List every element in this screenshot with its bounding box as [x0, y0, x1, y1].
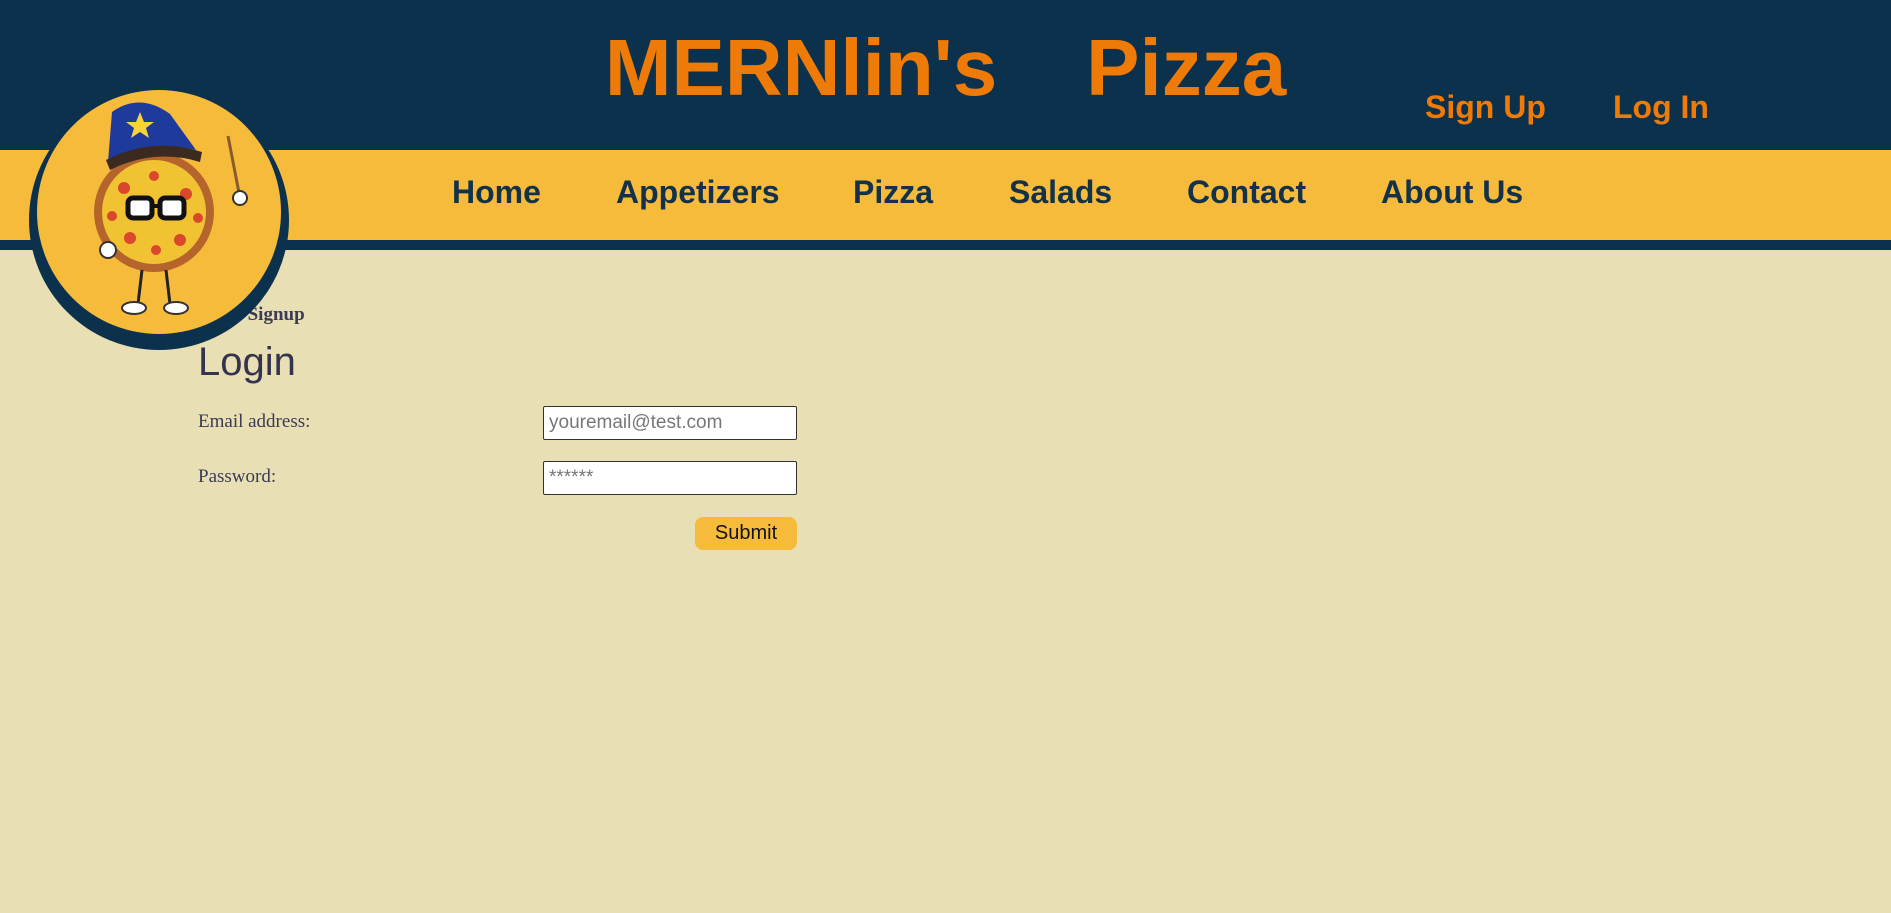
log-in-link[interactable]: Log In — [1613, 89, 1709, 126]
password-label: Password: — [198, 466, 277, 487]
password-field[interactable] — [543, 461, 797, 495]
nav-item-pizza[interactable]: Pizza — [853, 172, 933, 212]
nav-item-home[interactable]: Home — [452, 172, 541, 212]
email-label: Email address: — [198, 411, 311, 432]
wizard-pizza-logo[interactable] — [20, 90, 298, 350]
right-shoe — [163, 301, 189, 315]
right-hand — [232, 190, 248, 206]
nav-item-about-us[interactable]: About Us — [1381, 172, 1523, 212]
left-hand — [99, 241, 117, 259]
left-shoe — [121, 301, 147, 315]
submit-button[interactable]: Submit — [695, 517, 797, 550]
login-heading: Login — [198, 340, 296, 384]
nav-item-appetizers[interactable]: Appetizers — [616, 172, 780, 212]
nav-item-contact[interactable]: Contact — [1187, 172, 1306, 212]
nav-item-salads[interactable]: Salads — [1009, 172, 1112, 212]
email-field[interactable] — [543, 406, 797, 440]
sign-up-link[interactable]: Sign Up — [1425, 89, 1546, 126]
